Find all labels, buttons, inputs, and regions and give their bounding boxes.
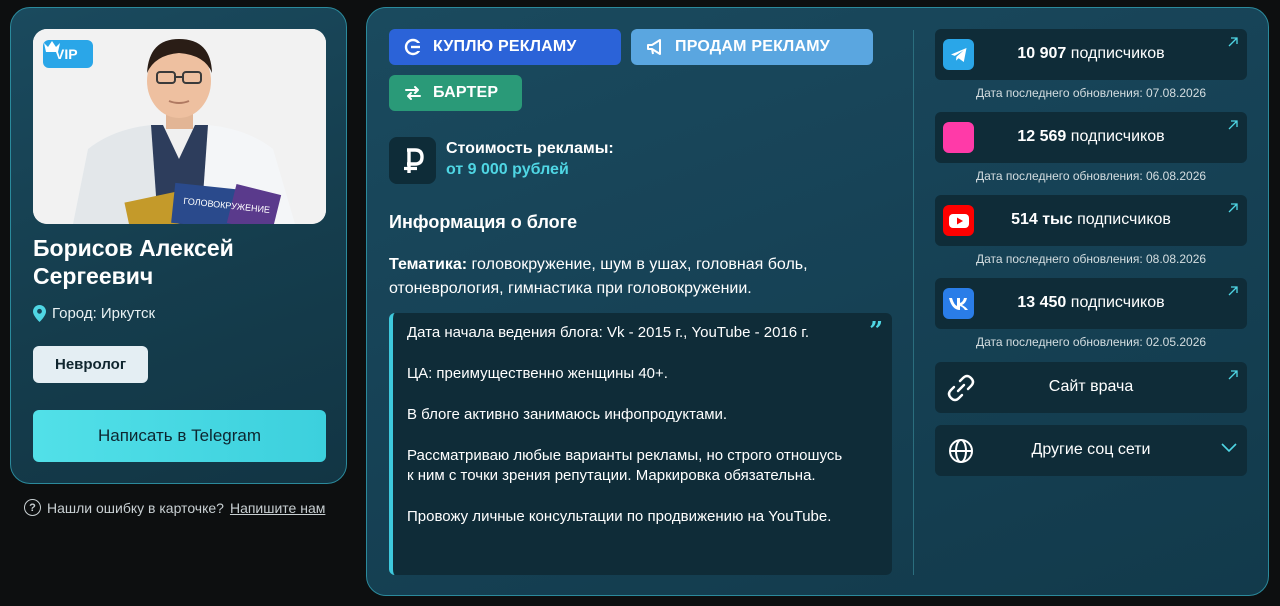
chevron-down-icon [1221,443,1237,453]
blog-description: ” Дата начала ведения блога: Vk - 2015 г… [389,313,892,575]
blog-consultations: Провожу личные консультации по продвижен… [407,508,832,525]
write-telegram-button[interactable]: Написать в Telegram [33,410,326,462]
blog-topics: Тематика: головокружение, шум в ушах, го… [389,253,889,301]
instagram-suffix: подписчиков [1070,128,1165,145]
topics-label: Тематика: [389,256,468,273]
doctor-photo: ГОЛОВОКРУЖЕНИЕ VIP [33,29,326,224]
quote-icon: ” [869,316,883,345]
telegram-subscribers: 10 907 подписчиков [935,45,1247,63]
barter-label: БАРТЕР [433,84,499,101]
city: Город: Иркутск [33,305,155,322]
youtube-updated: Дата последнего обновления: 08.08.2026 [975,252,1207,266]
column-divider [913,30,914,575]
instagram-updated: Дата последнего обновления: 06.08.2026 [975,169,1207,183]
social-row-instagram[interactable]: 12 569 подписчиков [935,112,1247,163]
other-socials-label: Другие соц сети [1031,441,1151,458]
barter-button[interactable]: БАРТЕР [389,75,522,111]
crown-icon [44,41,60,52]
vk-updated: Дата последнего обновления: 02.05.2026 [975,335,1207,349]
youtube-count: 514 тыс [1011,211,1073,228]
megaphone-icon [647,39,661,55]
external-link-icon [1228,286,1238,296]
external-link-icon [1228,370,1238,380]
vk-suffix: подписчиков [1070,294,1165,311]
report-link[interactable]: Напишите нам [230,500,325,516]
instagram-subscribers: 12 569 подписчиков [935,128,1247,146]
buy-ads-label: КУПЛЮ РЕКЛАМУ [433,38,577,55]
social-row-youtube[interactable]: 514 тыс подписчиков [935,195,1247,246]
external-link-icon [1228,203,1238,213]
exchange-icon [405,86,421,100]
vk-subscribers: 13 450 подписчиков [935,294,1247,312]
doctor-site-link[interactable]: Сайт врача [935,362,1247,413]
specialty-badge: Невролог [33,346,149,383]
vip-badge: VIP [43,40,93,68]
buy-icon [404,38,422,56]
external-link-icon [1228,120,1238,130]
report-error: ? Нашли ошибку в карточке? Напишите нам [24,499,325,516]
profile-card: ГОЛОВОКРУЖЕНИЕ VIP Борисов Алексей Серге… [10,7,347,484]
city-label: Город: Иркутск [52,305,156,322]
question-icon: ? [24,499,41,516]
telegram-count: 10 907 [1017,45,1067,62]
vk-count: 13 450 [1017,294,1067,311]
telegram-suffix: подписчиков [1070,45,1165,62]
external-link-icon [1228,37,1238,47]
blog-ads-policy: Рассматриваю любые варианты рекламы, но … [407,447,843,484]
location-pin-icon [33,305,46,322]
buy-ads-button[interactable]: КУПЛЮ РЕКЛАМУ [389,29,621,65]
social-row-vk[interactable]: 13 450 подписчиков [935,278,1247,329]
sell-ads-label: ПРОДАМ РЕКЛАМУ [675,38,830,55]
main-panel: КУПЛЮ РЕКЛАМУ ПРОДАМ РЕКЛАМУ БАРТЕР Стои… [366,7,1269,596]
doctor-site-label: Сайт врача [1048,378,1134,395]
youtube-subscribers: 514 тыс подписчиков [935,211,1247,229]
price-label: Стоимость рекламы: [446,140,614,157]
blog-start-date: Дата начала ведения блога: Vk - 2015 г.,… [407,324,810,341]
doctor-name: Борисов Алексей Сергеевич [33,235,234,289]
other-socials-dropdown[interactable]: Другие соц сети [935,425,1247,476]
telegram-updated: Дата последнего обновления: 07.08.2026 [975,86,1207,100]
youtube-suffix: подписчиков [1077,211,1171,228]
blog-infoproducts: В блоге активно занимаюсь инфопродуктами… [407,406,728,423]
blog-info-heading: Информация о блоге [389,212,578,232]
social-row-telegram[interactable]: 10 907 подписчиков [935,29,1247,80]
ruble-icon [389,137,436,184]
sell-ads-button[interactable]: ПРОДАМ РЕКЛАМУ [631,29,873,65]
price-value: от 9 000 рублей [446,161,569,178]
report-text: Нашли ошибку в карточке? [47,499,224,516]
blog-audience: ЦА: преимущественно женщины 40+. [407,365,668,382]
instagram-count: 12 569 [1017,128,1067,145]
